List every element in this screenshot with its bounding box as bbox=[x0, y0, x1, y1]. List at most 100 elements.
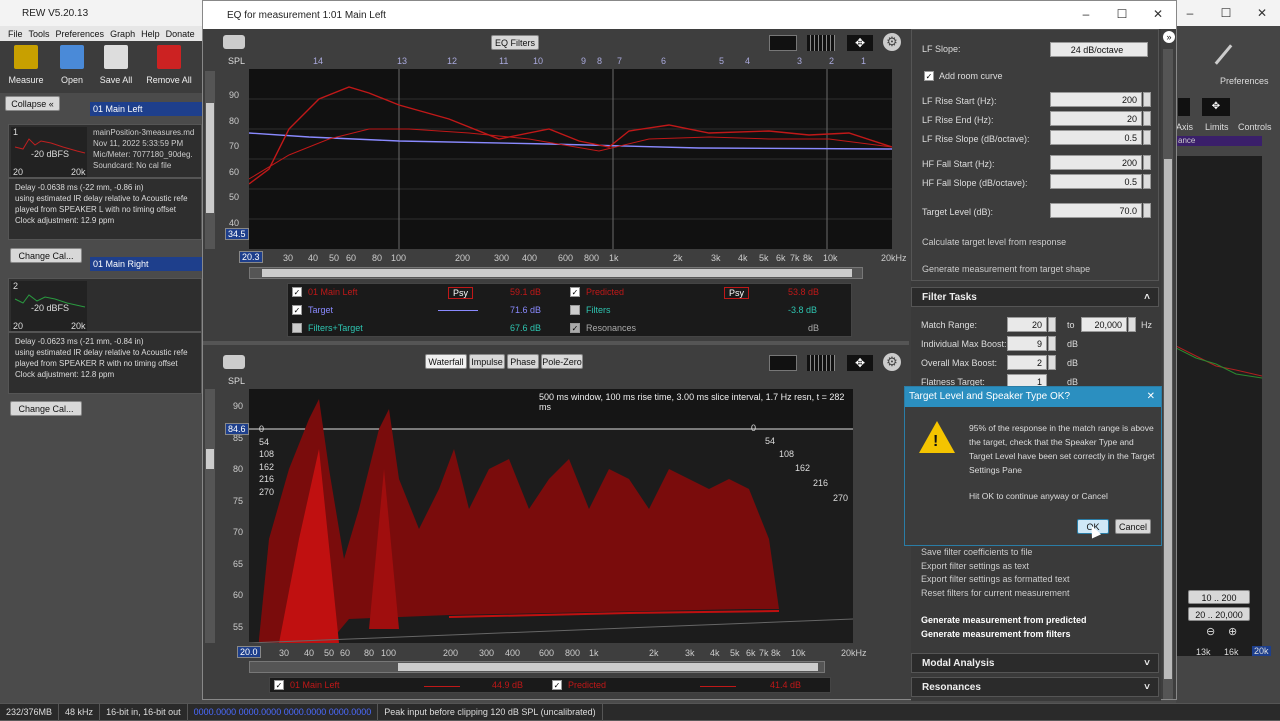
open-button[interactable]: Open bbox=[50, 45, 94, 85]
wf-legend-check-main-left[interactable]: ✓ bbox=[274, 680, 284, 690]
filter-marker-4[interactable]: 4 bbox=[745, 56, 750, 66]
legend-check-target[interactable]: ✓ bbox=[292, 305, 302, 315]
legend-check-filters[interactable] bbox=[570, 305, 580, 315]
minimize-icon[interactable]: – bbox=[1172, 0, 1208, 26]
match-range-to-spinner[interactable] bbox=[1128, 317, 1136, 332]
controls-button[interactable]: Controls bbox=[1238, 122, 1272, 132]
limits-button[interactable]: Limits bbox=[1205, 122, 1229, 132]
measurement-card-1[interactable]: 1 -20 dBFS 20 20k mainPosition-3measures… bbox=[8, 124, 202, 178]
match-range-from-spinner[interactable] bbox=[1048, 317, 1056, 332]
target-level-spinner[interactable] bbox=[1143, 203, 1151, 218]
hf-fall-start-input[interactable]: 200 bbox=[1050, 155, 1142, 170]
legend-psy-main-left[interactable]: Psy bbox=[448, 287, 474, 299]
change-cal-button-1[interactable]: Change Cal... bbox=[10, 248, 82, 263]
filter-marker-1[interactable]: 1 bbox=[861, 56, 866, 66]
graph-window-icon-2[interactable] bbox=[769, 355, 797, 371]
bottom-vscroll-thumb[interactable] bbox=[206, 449, 214, 469]
chevron-up-icon[interactable]: ˄ bbox=[1144, 288, 1150, 308]
top-vertical-scrollbar[interactable] bbox=[205, 71, 215, 249]
collapse-pane-icon[interactable]: » bbox=[1163, 31, 1175, 43]
bottom-graph-scrollbar[interactable] bbox=[249, 661, 825, 673]
eq-filters-button[interactable]: EQ Filters bbox=[491, 35, 539, 50]
legend-check-resonances[interactable]: ✓ bbox=[570, 323, 580, 333]
cancel-button[interactable]: Cancel bbox=[1115, 519, 1151, 534]
export-text-link[interactable]: Export filter settings as text bbox=[921, 561, 1029, 571]
individual-boost-spinner[interactable] bbox=[1048, 336, 1056, 351]
filter-marker-12[interactable]: 12 bbox=[447, 56, 457, 66]
generate-target-link[interactable]: Generate measurement from target shape bbox=[922, 264, 1090, 274]
eq-maximize-icon[interactable]: ☐ bbox=[1104, 1, 1140, 27]
camera-icon[interactable] bbox=[223, 35, 245, 49]
filter-tasks-header[interactable]: Filter Tasks ˄ bbox=[911, 287, 1159, 307]
legend-check-predicted[interactable]: ✓ bbox=[570, 287, 580, 297]
chevron-down-icon-2[interactable]: ˅ bbox=[1144, 678, 1150, 698]
lf-rise-slope-spinner[interactable] bbox=[1143, 130, 1151, 145]
settings-scroll-thumb[interactable] bbox=[1164, 159, 1172, 679]
save-coefficients-link[interactable]: Save filter coefficients to file bbox=[921, 547, 1032, 557]
overall-boost-input[interactable]: 2 bbox=[1007, 355, 1047, 370]
graph-window-icon[interactable] bbox=[769, 35, 797, 51]
chevron-down-icon[interactable]: ˅ bbox=[1144, 654, 1150, 674]
legend-check-filters-target[interactable] bbox=[292, 323, 302, 333]
measurement-card-2[interactable]: 2 -20 dBFS 20 20k bbox=[8, 278, 202, 332]
generate-predicted-link[interactable]: Generate measurement from predicted bbox=[921, 615, 1087, 625]
zoom-in-icon[interactable]: ⊕ bbox=[1228, 625, 1237, 638]
lf-slope-select[interactable]: 24 dB/octave bbox=[1050, 42, 1148, 57]
filter-marker-13[interactable]: 13 bbox=[397, 56, 407, 66]
export-formatted-link[interactable]: Export filter settings as formatted text bbox=[921, 574, 1070, 584]
tab-phase[interactable]: Phase bbox=[507, 354, 539, 369]
y-cursor-value[interactable]: 34.5 bbox=[225, 228, 249, 240]
filter-marker-6[interactable]: 6 bbox=[661, 56, 666, 66]
overall-boost-spinner[interactable] bbox=[1048, 355, 1056, 370]
fit-arrows-icon[interactable]: ✥ bbox=[847, 35, 873, 51]
filter-marker-8[interactable]: 8 bbox=[597, 56, 602, 66]
tab-waterfall[interactable]: Waterfall bbox=[425, 354, 467, 369]
filter-marker-5[interactable]: 5 bbox=[719, 56, 724, 66]
menu-donate[interactable]: Donate bbox=[166, 29, 195, 39]
measurement-name-1[interactable]: 01 Main Left bbox=[90, 102, 202, 116]
top-vscroll-thumb[interactable] bbox=[206, 103, 214, 213]
axis-button[interactable]: Axis bbox=[1176, 122, 1193, 132]
legend-psy-predicted[interactable]: Psy bbox=[724, 287, 750, 299]
lf-rise-start-input[interactable]: 200 bbox=[1050, 92, 1142, 107]
wf-y-cursor-value[interactable]: 84.6 bbox=[225, 423, 249, 435]
reset-filters-link[interactable]: Reset filters for current measurement bbox=[921, 588, 1070, 598]
filter-marker-10[interactable]: 10 bbox=[533, 56, 543, 66]
wf-legend-check-predicted[interactable]: ✓ bbox=[552, 680, 562, 690]
filter-marker-14[interactable]: 14 bbox=[313, 56, 323, 66]
columns-icon-2[interactable] bbox=[807, 355, 835, 371]
legend-check-main-left[interactable]: ✓ bbox=[292, 287, 302, 297]
calculate-target-link[interactable]: Calculate target level from response bbox=[922, 237, 1066, 247]
hf-fall-slope-input[interactable]: 0.5 bbox=[1050, 174, 1142, 189]
lf-rise-slope-input[interactable]: 0.5 bbox=[1050, 130, 1142, 145]
top-graph-scrollbar[interactable] bbox=[249, 267, 863, 279]
settings-scrollbar[interactable] bbox=[1163, 49, 1173, 699]
bottom-vertical-scrollbar[interactable] bbox=[205, 389, 215, 643]
columns-icon[interactable] bbox=[807, 35, 835, 51]
top-scroll-thumb[interactable] bbox=[262, 269, 852, 277]
gear-icon-2[interactable]: ⚙ bbox=[883, 353, 901, 371]
filter-marker-9[interactable]: 9 bbox=[581, 56, 586, 66]
menu-preferences[interactable]: Preferences bbox=[56, 29, 105, 39]
change-cal-button-2[interactable]: Change Cal... bbox=[10, 401, 82, 416]
menu-graph[interactable]: Graph bbox=[110, 29, 135, 39]
filter-marker-3[interactable]: 3 bbox=[797, 56, 802, 66]
measure-button[interactable]: Measure bbox=[4, 45, 48, 85]
zoom-out-icon[interactable]: ⊖ bbox=[1206, 625, 1215, 638]
hf-fall-start-spinner[interactable] bbox=[1143, 155, 1151, 170]
match-range-to-input[interactable]: 20,000 bbox=[1081, 317, 1127, 332]
lf-rise-end-spinner[interactable] bbox=[1143, 111, 1151, 126]
add-room-curve-checkbox[interactable]: ✓ bbox=[924, 71, 934, 81]
range-button-1[interactable]: 10 .. 200 bbox=[1188, 590, 1250, 604]
eq-minimize-icon[interactable]: – bbox=[1068, 1, 1104, 27]
filter-marker-7[interactable]: 7 bbox=[617, 56, 622, 66]
bottom-scroll-thumb[interactable] bbox=[398, 663, 818, 671]
gear-icon[interactable]: ⚙ bbox=[883, 33, 901, 51]
menu-help[interactable]: Help bbox=[141, 29, 160, 39]
graph-splitter[interactable] bbox=[203, 341, 909, 345]
measurement-name-2[interactable]: 01 Main Right bbox=[90, 257, 202, 271]
tab-impulse[interactable]: Impulse bbox=[469, 354, 505, 369]
filter-marker-2[interactable]: 2 bbox=[829, 56, 834, 66]
lf-rise-end-input[interactable]: 20 bbox=[1050, 111, 1142, 126]
dialog-close-icon[interactable]: ✕ bbox=[1147, 387, 1155, 407]
